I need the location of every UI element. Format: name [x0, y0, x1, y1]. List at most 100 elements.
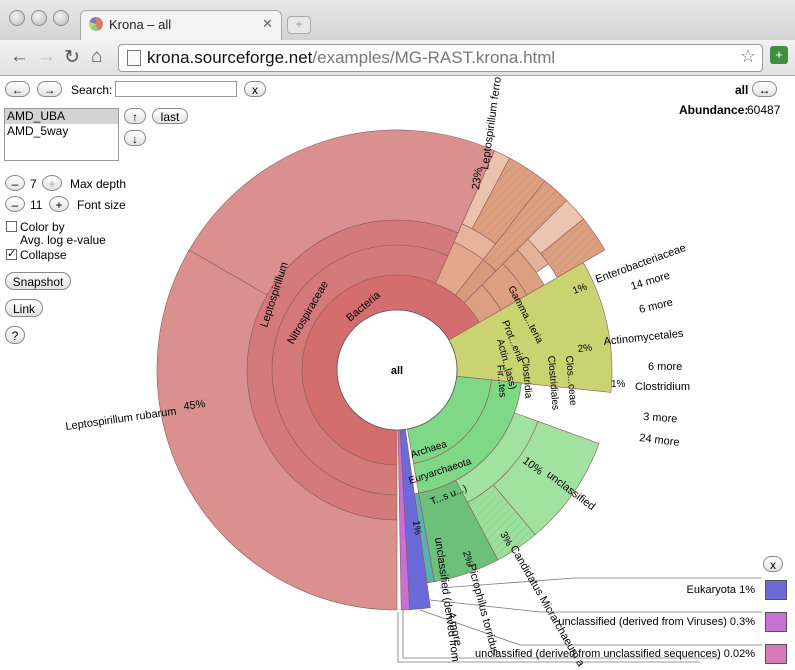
- wedge-picrophilus: [467, 484, 536, 561]
- label-gamma: Gamma...teria: [505, 284, 545, 345]
- history-forward-button[interactable]: →: [37, 81, 62, 97]
- label-tsu: T...s u...): [429, 483, 469, 508]
- label-clos: Clos...ceae: [563, 355, 578, 406]
- label-clostridia: Clostridia: [519, 356, 534, 399]
- tab-close-icon[interactable]: ✕: [262, 16, 273, 32]
- label-picrophilus: Picrophilus torridus: [465, 563, 501, 657]
- label-6-more-b: 6 more: [648, 361, 682, 373]
- browser-toolbar: ← → ↻ ⌂ krona.sourceforge.net/examples/M…: [0, 40, 795, 76]
- label-actino: Actin...lass): [494, 338, 518, 391]
- label-act-pct: 2%: [577, 343, 593, 355]
- home-icon[interactable]: ⌂: [91, 46, 102, 68]
- label-l-ferro-pct: 23%: [470, 167, 485, 191]
- wedge-enterobacteriaceae: [461, 150, 511, 230]
- search-clear-button[interactable]: x: [244, 81, 266, 97]
- wedge-archaea: [407, 375, 492, 464]
- wedge-l-ferro: [188, 129, 496, 296]
- wedge-actinomycetales: [482, 180, 568, 272]
- collapse-label: Collapse: [20, 248, 67, 262]
- wedge-eukaryota: [399, 429, 431, 610]
- center-label: all: [391, 365, 403, 377]
- wedge-leptospirillum-genus: [246, 219, 459, 521]
- label-l-rubarum: Leptospirillum rubarum: [65, 406, 177, 433]
- center-circle: [336, 309, 458, 431]
- legend-swatch: [765, 644, 787, 664]
- wedge-gamma-more: [471, 157, 546, 245]
- label-ud-pct: 1%: [410, 520, 423, 536]
- color-by-checkbox[interactable]: [6, 221, 17, 232]
- close-window-button[interactable]: [9, 10, 25, 26]
- bookmark-star-icon[interactable]: ☆: [740, 46, 756, 67]
- extension-icon[interactable]: +: [770, 46, 788, 64]
- tab-title: Krona – all: [109, 17, 172, 32]
- dataset-down-button[interactable]: ↓: [124, 130, 146, 146]
- label-mic-pct: 3%: [497, 530, 514, 548]
- snapshot-button[interactable]: Snapshot: [5, 272, 71, 290]
- forward-arrow-icon[interactable]: →: [37, 46, 56, 68]
- last-dataset-button[interactable]: last: [152, 108, 188, 124]
- wedge-firmicutes: [463, 284, 502, 323]
- expand-icon[interactable]: ↔: [752, 81, 777, 97]
- wedge-tsu: [418, 412, 539, 519]
- help-button[interactable]: ?: [5, 326, 25, 344]
- legend-swatch: [765, 612, 787, 632]
- label-24-more: 24 more: [639, 432, 681, 449]
- legend-item-label: Eukaryota 1%: [686, 584, 755, 596]
- font-size-value: 11: [30, 198, 43, 212]
- label-l-rubarum-pct: 45%: [183, 398, 207, 413]
- wedge-unclassified: [448, 262, 613, 393]
- reload-icon[interactable]: ↻: [64, 46, 80, 69]
- label-4-more: 4 more: [445, 611, 464, 647]
- wedge-gamma: [453, 223, 496, 261]
- browser-tab[interactable]: Krona – all ✕: [80, 10, 282, 41]
- font-size-label: Font size: [77, 198, 126, 212]
- krona-favicon-icon: [89, 17, 103, 31]
- wedge-euryarchaeota: [413, 379, 522, 494]
- wedge-firm-more: [540, 218, 606, 278]
- wedge-4-more: [414, 492, 435, 584]
- minimize-window-button[interactable]: [31, 10, 47, 26]
- font-size-decrease-button[interactable]: –: [5, 196, 25, 212]
- label-clo-pct: 1%: [611, 379, 626, 390]
- label-euryarchaeota: Euryarchaeota: [408, 456, 474, 487]
- color-by-label: Color by: [20, 220, 65, 234]
- wedge-bacteria: [301, 274, 480, 466]
- back-arrow-icon[interactable]: ←: [10, 46, 29, 68]
- label-leptospirillum: Leptospirillum: [258, 261, 290, 329]
- url-text: krona.sourceforge.net/examples/MG-RAST.k…: [147, 48, 556, 67]
- label-unclassified: unclassified: [544, 469, 597, 513]
- wedge-nitrospiraceae: [271, 244, 449, 496]
- search-label: Search:: [71, 83, 113, 97]
- label-clostridiales: Clostridiales: [545, 355, 561, 410]
- wedge-l-rubarum: [156, 249, 398, 611]
- label-proteo: Prot...eria: [499, 319, 526, 364]
- label-6-more-a: 6 more: [638, 297, 674, 316]
- wedge-unc-derived: [418, 479, 499, 583]
- dataset-up-button[interactable]: ↑: [124, 108, 146, 124]
- dataset-list[interactable]: AMD_UBA AMD_5way: [4, 108, 119, 161]
- dataset-item[interactable]: AMD_5way: [5, 124, 118, 139]
- collapse-checkbox[interactable]: ✓: [6, 249, 17, 260]
- label-unc-pct: 10%: [520, 455, 545, 478]
- label-clostridium: Clostridium: [635, 381, 690, 393]
- new-tab-button[interactable]: +: [287, 16, 311, 34]
- search-input[interactable]: [115, 81, 237, 97]
- legend-swatch: [765, 580, 787, 600]
- label-ent-pct: 1%: [571, 282, 588, 297]
- link-button[interactable]: Link: [5, 299, 43, 317]
- address-bar[interactable]: krona.sourceforge.net/examples/MG-RAST.k…: [118, 44, 763, 72]
- max-depth-decrease-button[interactable]: –: [5, 175, 25, 191]
- wedge-clostridia: [481, 263, 528, 311]
- legend-item-label: unclassified (derived from unclassified …: [474, 648, 755, 660]
- wedge-clostridiales: [502, 249, 545, 296]
- dataset-item[interactable]: AMD_UBA: [5, 109, 118, 124]
- font-size-increase-button[interactable]: +: [49, 196, 69, 212]
- max-depth-label: Max depth: [70, 177, 127, 191]
- label-nitrospiraceae: Nitrospiraceae: [285, 279, 331, 346]
- label-enterobacteriaceae: Enterobacteriaceae: [594, 242, 688, 286]
- legend-close-button[interactable]: x: [763, 556, 783, 572]
- label-3-more: 3 more: [643, 411, 678, 425]
- zoom-window-button[interactable]: [53, 10, 69, 26]
- history-back-button[interactable]: ←: [5, 81, 30, 97]
- max-depth-increase-button[interactable]: +: [42, 175, 62, 191]
